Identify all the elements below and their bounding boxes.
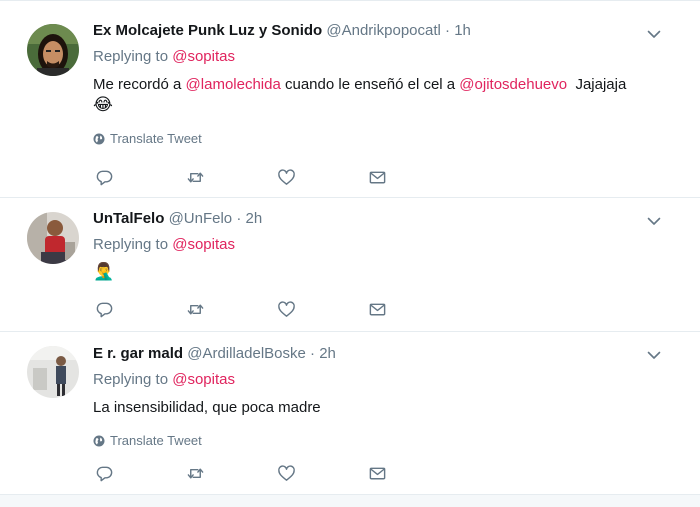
heart-icon — [278, 168, 295, 185]
user-screen-name[interactable]: @UnFelo — [169, 210, 233, 227]
tweet[interactable]: E r. gar mald @ArdilladelBoske · 2h Repl… — [0, 332, 700, 495]
tweet-text-segment: Me recordó a — [93, 76, 186, 93]
avatar[interactable] — [27, 212, 79, 264]
chevron-down-icon[interactable] — [646, 26, 662, 42]
retweet-icon — [187, 304, 204, 314]
replying-to-mention[interactable]: @sopitas — [172, 371, 235, 388]
mention-link[interactable]: @lamolechida — [186, 76, 281, 93]
facepalm-emoji: 🤦‍♂️ — [93, 262, 115, 281]
tweet-actions — [95, 167, 459, 187]
replying-to-mention[interactable]: @sopitas — [172, 236, 235, 253]
direct-message-button[interactable] — [368, 463, 459, 483]
tweet-text: La insensibilidad, que poca madre — [93, 399, 321, 416]
tweet[interactable]: UnTalFelo @UnFelo · 2h Replying to @sopi… — [0, 198, 700, 332]
tweet-timestamp[interactable]: 2h — [319, 345, 336, 362]
direct-message-button[interactable] — [368, 299, 459, 319]
separator-dot: · — [445, 22, 451, 39]
user-fullname[interactable]: Ex Molcajete Punk Luz y Sonido — [93, 22, 322, 39]
retweet-button[interactable] — [186, 167, 277, 187]
reply-button[interactable] — [95, 167, 186, 187]
reply-icon — [96, 170, 113, 185]
heart-icon — [278, 300, 295, 317]
replying-to-label: Replying to — [93, 371, 169, 388]
chevron-down-icon[interactable] — [646, 213, 662, 229]
envelope-icon — [369, 303, 386, 315]
like-button[interactable] — [277, 167, 368, 187]
globe-icon — [93, 133, 105, 144]
user-screen-name[interactable]: @ArdilladelBoske — [187, 345, 306, 362]
tweet-text: 🤦‍♂️ — [93, 262, 660, 283]
tweet-content: E r. gar mald @ArdilladelBoske · 2h Repl… — [93, 344, 660, 448]
tweet-content: Ex Molcajete Punk Luz y Sonido @Andrikpo… — [93, 21, 660, 146]
direct-message-button[interactable] — [368, 167, 459, 187]
tweet-header: E r. gar mald @ArdilladelBoske · 2h — [93, 344, 660, 364]
user-screen-name[interactable]: @Andrikpopocatl — [326, 22, 440, 39]
retweet-button[interactable] — [186, 463, 277, 483]
like-button[interactable] — [277, 463, 368, 483]
avatar-image — [27, 212, 79, 264]
tweet-timestamp[interactable]: 1h — [454, 22, 471, 39]
translate-tweet-link[interactable]: Translate Tweet — [93, 131, 660, 146]
avatar-image — [27, 346, 79, 398]
heart-icon — [278, 464, 295, 481]
tweet-text-segment: Jajajaja — [567, 76, 627, 93]
replying-to-label: Replying to — [93, 236, 169, 253]
replying-to: Replying to @sopitas — [93, 47, 660, 67]
tweet-header: UnTalFelo @UnFelo · 2h — [93, 209, 660, 229]
mention-link[interactable]: @ojitosdehuevo — [459, 76, 567, 93]
tweet-text: Me recordó a @lamolechida cuando le ense… — [93, 74, 660, 116]
laughing-emoji: 😂 — [93, 95, 113, 114]
replying-to-label: Replying to — [93, 48, 169, 65]
tweet-timestamp[interactable]: 2h — [246, 210, 263, 227]
reply-icon — [96, 466, 113, 481]
replying-to: Replying to @sopitas — [93, 370, 660, 390]
tweet-content: UnTalFelo @UnFelo · 2h Replying to @sopi… — [93, 209, 660, 283]
separator-dot: · — [236, 210, 242, 227]
replying-to-mention[interactable]: @sopitas — [172, 48, 235, 65]
chevron-down-icon[interactable] — [646, 347, 662, 363]
tweet[interactable]: Ex Molcajete Punk Luz y Sonido @Andrikpo… — [0, 10, 700, 198]
replying-to: Replying to @sopitas — [93, 235, 660, 255]
retweet-icon — [187, 172, 204, 182]
retweet-button[interactable] — [186, 299, 277, 319]
separator-dot: · — [310, 345, 316, 362]
globe-icon — [93, 435, 105, 446]
reply-button[interactable] — [95, 299, 186, 319]
like-button[interactable] — [277, 299, 368, 319]
envelope-icon — [369, 467, 386, 479]
tweet-actions — [95, 463, 459, 483]
avatar[interactable] — [27, 24, 79, 76]
user-fullname[interactable]: UnTalFelo — [93, 210, 164, 227]
avatar[interactable] — [27, 346, 79, 398]
tweet-text-segment: cuando le enseñó el cel a — [280, 76, 460, 93]
retweet-icon — [187, 468, 204, 478]
translate-tweet-label: Translate Tweet — [110, 131, 202, 146]
reply-icon — [96, 302, 113, 317]
envelope-icon — [369, 171, 386, 183]
tweet-header: Ex Molcajete Punk Luz y Sonido @Andrikpo… — [93, 21, 660, 41]
tweet-feed: Ex Molcajete Punk Luz y Sonido @Andrikpo… — [0, 0, 700, 507]
translate-tweet-link[interactable]: Translate Tweet — [93, 433, 660, 448]
reply-button[interactable] — [95, 463, 186, 483]
translate-tweet-label: Translate Tweet — [110, 433, 202, 448]
feed-bottom-spacer — [0, 495, 700, 507]
avatar-image — [27, 24, 79, 76]
tweet-actions — [95, 299, 459, 319]
user-fullname[interactable]: E r. gar mald — [93, 345, 183, 362]
